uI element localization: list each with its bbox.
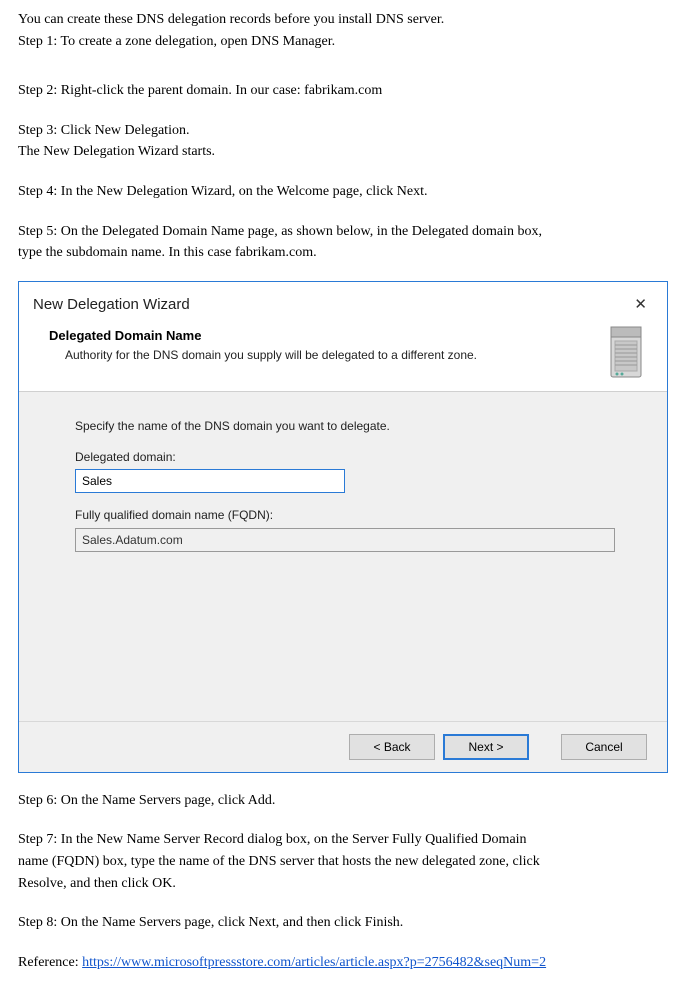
reference-label: Reference: <box>18 955 82 970</box>
wizard-instruction: Specify the name of the DNS domain you w… <box>75 418 627 435</box>
wizard-body: Specify the name of the DNS domain you w… <box>19 391 667 721</box>
fqdn-input <box>75 528 615 552</box>
doc-step4: Step 4: In the New Delegation Wizard, on… <box>18 182 668 202</box>
doc-intro: You can create these DNS delegation reco… <box>18 10 668 30</box>
back-button[interactable]: < Back <box>349 734 435 760</box>
doc-step3b: The New Delegation Wizard starts. <box>18 142 668 162</box>
doc-step5a: Step 5: On the Delegated Domain Name pag… <box>18 222 668 242</box>
doc-step7a: Step 7: In the New Name Server Record di… <box>18 830 668 850</box>
doc-step7c: Resolve, and then click OK. <box>18 874 668 894</box>
wizard-window: New Delegation Wizard ✕ Delegated Domain… <box>18 281 668 773</box>
cancel-button[interactable]: Cancel <box>561 734 647 760</box>
wizard-titlebar: New Delegation Wizard ✕ <box>19 282 667 325</box>
doc-step7b: name (FQDN) box, type the name of the DN… <box>18 852 668 872</box>
wizard-subheading: Authority for the DNS domain you supply … <box>49 347 477 364</box>
doc-step8: Step 8: On the Name Servers page, click … <box>18 913 668 933</box>
wizard-heading: Delegated Domain Name <box>49 327 477 345</box>
close-icon[interactable]: ✕ <box>628 292 653 317</box>
doc-step3a: Step 3: Click New Delegation. <box>18 121 668 141</box>
wizard-footer: < Back Next > Cancel <box>19 721 667 772</box>
doc-step1: Step 1: To create a zone delegation, ope… <box>18 32 668 52</box>
delegated-domain-label: Delegated domain: <box>75 449 627 466</box>
doc-step6: Step 6: On the Name Servers page, click … <box>18 791 668 811</box>
reference-line: Reference: https://www.microsoftpresssto… <box>18 953 668 973</box>
wizard-title-text: New Delegation Wizard <box>33 294 190 315</box>
delegated-domain-input[interactable] <box>75 469 345 493</box>
next-button[interactable]: Next > <box>443 734 529 760</box>
server-icon <box>605 325 647 381</box>
doc-step5b: type the subdomain name. In this case fa… <box>18 243 668 263</box>
wizard-header: Delegated Domain Name Authority for the … <box>19 325 667 391</box>
reference-link[interactable]: https://www.microsoftpressstore.com/arti… <box>82 955 546 970</box>
doc-step2: Step 2: Right-click the parent domain. I… <box>18 81 668 101</box>
fqdn-label: Fully qualified domain name (FQDN): <box>75 507 627 524</box>
